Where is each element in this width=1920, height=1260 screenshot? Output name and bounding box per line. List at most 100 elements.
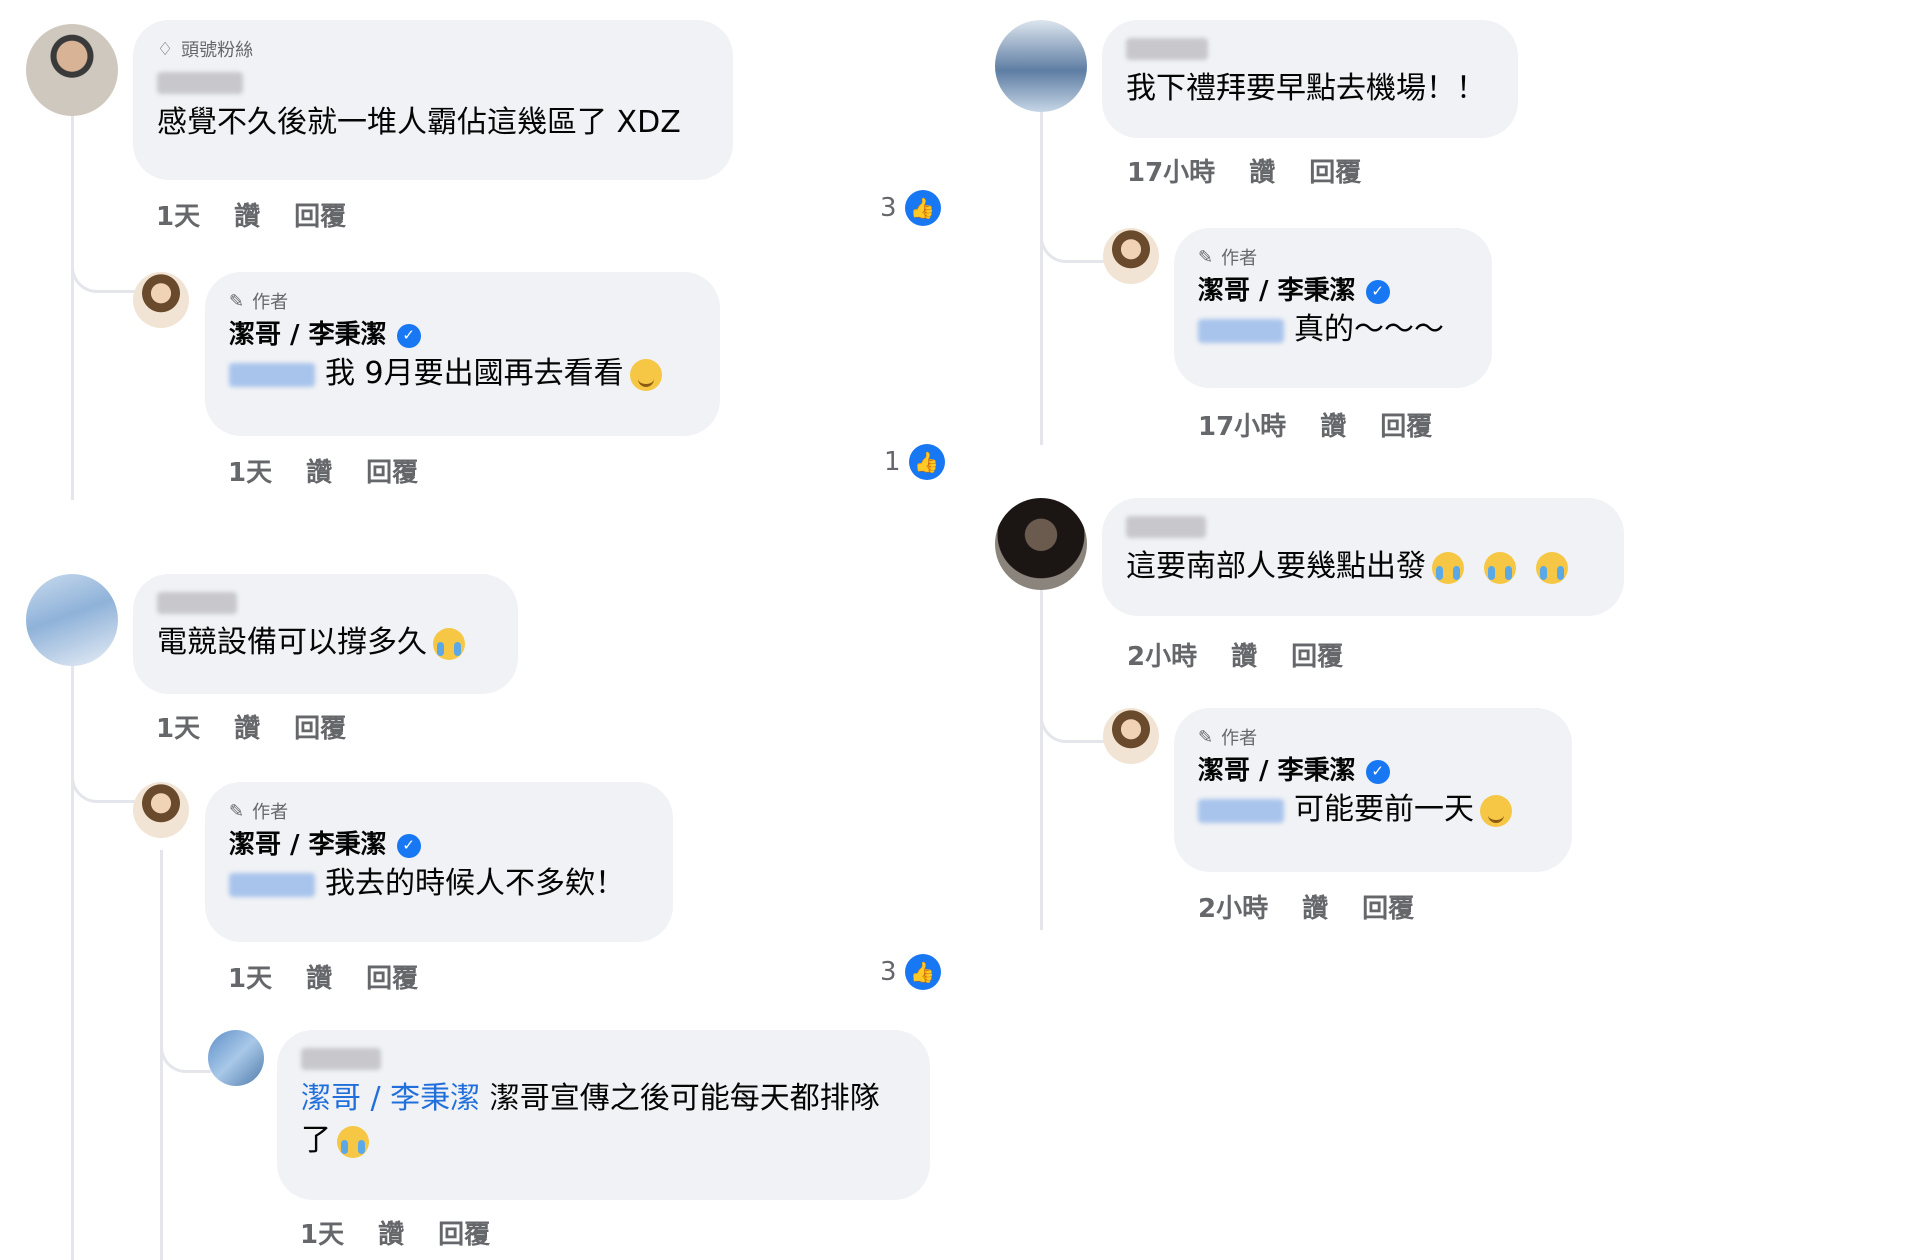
comment-bubble: ♢ 頭號粉絲 感覺不久後就一堆人霸佔這幾區了 XDZ [133, 20, 733, 180]
author-avatar[interactable] [1103, 708, 1159, 764]
like-count[interactable]: 1 👍 [884, 444, 945, 480]
pen-icon: ✎ [1198, 246, 1214, 268]
like-button[interactable]: 讚 [234, 196, 260, 233]
like-button[interactable]: 讚 [1302, 888, 1328, 925]
avatar[interactable] [26, 574, 118, 666]
like-button[interactable]: 讚 [1320, 406, 1346, 443]
avatar[interactable] [995, 20, 1087, 112]
reply-button[interactable]: 回覆 [1380, 406, 1432, 443]
thumbs-up-icon: 👍 [904, 190, 941, 226]
thread-line [1040, 110, 1043, 445]
reply-button[interactable]: 回覆 [1291, 636, 1343, 673]
mention-redacted[interactable] [229, 872, 315, 897]
author-avatar[interactable] [133, 272, 189, 328]
comment-bubble: 我下禮拜要早點去機場！！ [1102, 20, 1518, 138]
thread-line [71, 630, 74, 1260]
commenter-name-redacted [157, 592, 237, 614]
verified-icon: ✓ [1365, 279, 1390, 304]
reply-button[interactable]: 回覆 [294, 708, 346, 745]
like-button[interactable]: 讚 [234, 708, 260, 745]
reply-button[interactable]: 回覆 [294, 196, 346, 233]
reply-bubble: ✎ 作者 潔哥 / 李秉潔 ✓ 我 9月要出國再去看看 [205, 272, 720, 436]
author-name[interactable]: 潔哥 / 李秉潔 ✓ [1198, 754, 1546, 789]
timestamp[interactable]: 1天 [228, 452, 272, 489]
author-badge: ✎ 作者 [229, 290, 289, 314]
timestamp[interactable]: 1天 [228, 958, 272, 995]
reply-bubble: ✎ 作者 潔哥 / 李秉潔 ✓ 我去的時候人不多欸！ [205, 782, 673, 942]
reply-button[interactable]: 回覆 [366, 452, 418, 489]
like-button[interactable]: 讚 [306, 958, 332, 995]
commenter-name-redacted [1126, 516, 1206, 538]
comment-text: 這要南部人要幾點出發 [1126, 546, 1598, 588]
avatar[interactable] [26, 24, 118, 116]
timestamp[interactable]: 2小時 [1198, 888, 1268, 925]
timestamp[interactable]: 17小時 [1198, 406, 1286, 443]
author-name[interactable]: 潔哥 / 李秉潔 ✓ [229, 828, 647, 863]
author-badge: ✎ 作者 [1198, 246, 1258, 270]
author-avatar[interactable] [133, 782, 189, 838]
gem-icon: ♢ [157, 38, 174, 60]
timestamp[interactable]: 17小時 [1127, 152, 1215, 189]
thread-line [1040, 590, 1043, 930]
timestamp[interactable]: 2小時 [1127, 636, 1197, 673]
reply-button[interactable]: 回覆 [1309, 152, 1361, 189]
comment-actions: 2小時 讚 回覆 [1127, 636, 1343, 673]
like-count[interactable]: 3 👍 [880, 954, 941, 990]
laughing-emoji-icon [629, 358, 662, 391]
like-count[interactable]: 3 👍 [880, 190, 941, 226]
crying-emoji-icon [433, 627, 465, 660]
thread-curve [1040, 680, 1105, 743]
comment-bubble: 這要南部人要幾點出發 [1102, 498, 1624, 616]
like-button[interactable]: 讚 [1249, 152, 1275, 189]
reply-actions: 1天 讚 回覆 [228, 958, 418, 995]
reply-button[interactable]: 回覆 [1362, 888, 1414, 925]
comment-actions: 17小時 讚 回覆 [1127, 152, 1361, 189]
timestamp[interactable]: 1天 [156, 196, 200, 233]
reply-bubble: ✎ 作者 潔哥 / 李秉潔 ✓ 可能要前一天 [1174, 708, 1572, 872]
thread-curve [71, 760, 136, 803]
thread-curve [71, 250, 136, 293]
pen-icon: ✎ [229, 290, 245, 312]
thread-line [71, 110, 74, 500]
reply-button[interactable]: 回覆 [438, 1214, 490, 1251]
comment-actions: 1天 讚 回覆 [156, 708, 346, 745]
crying-emoji-icon [1432, 551, 1464, 584]
reply-text: 可能要前一天 [1198, 789, 1546, 831]
reply-text: 我 9月要出國再去看看 [229, 353, 694, 395]
like-button[interactable]: 讚 [306, 452, 332, 489]
pen-icon: ✎ [229, 800, 245, 822]
like-button[interactable]: 讚 [378, 1214, 404, 1251]
mention-redacted[interactable] [229, 362, 315, 387]
timestamp[interactable]: 1天 [300, 1214, 344, 1251]
verified-icon: ✓ [1365, 759, 1390, 784]
reply-button[interactable]: 回覆 [366, 958, 418, 995]
avatar[interactable] [995, 498, 1087, 590]
reply-text: 真的～～～ [1198, 309, 1466, 351]
commenter-name-redacted [301, 1048, 381, 1070]
top-fan-badge: ♢ 頭號粉絲 [157, 38, 254, 62]
author-name[interactable]: 潔哥 / 李秉潔 ✓ [229, 318, 694, 353]
commenter-name-redacted [1126, 38, 1208, 60]
author-avatar[interactable] [1103, 228, 1159, 284]
mention-redacted[interactable] [1198, 318, 1284, 343]
laughing-emoji-icon [1480, 794, 1512, 827]
crying-emoji-icon [1484, 551, 1516, 584]
author-name[interactable]: 潔哥 / 李秉潔 ✓ [1198, 274, 1466, 309]
thread-curve [160, 1030, 211, 1073]
comment-text: 感覺不久後就一堆人霸佔這幾區了 XDZ [157, 105, 681, 140]
reply-actions: 2小時 讚 回覆 [1198, 888, 1414, 925]
reply-text: 潔哥 / 李秉潔 潔哥宣傳之後可能每天都排隊了 [301, 1081, 880, 1158]
reply-bubble: ✎ 作者 潔哥 / 李秉潔 ✓ 真的～～～ [1174, 228, 1492, 388]
comment-bubble: 電競設備可以撐多久 [133, 574, 518, 694]
mention-redacted[interactable] [1198, 798, 1284, 823]
commenter-name-redacted [157, 72, 243, 94]
comment-actions: 1天 讚 回覆 [156, 196, 346, 233]
thread-curve [1040, 200, 1105, 263]
reply-actions: 17小時 讚 回覆 [1198, 406, 1432, 443]
like-button[interactable]: 讚 [1231, 636, 1257, 673]
mention-link[interactable]: 潔哥 / 李秉潔 [301, 1081, 480, 1116]
avatar[interactable] [208, 1030, 264, 1086]
crying-emoji-icon [1536, 551, 1568, 584]
reply-text: 我去的時候人不多欸！ [229, 863, 647, 905]
timestamp[interactable]: 1天 [156, 708, 200, 745]
